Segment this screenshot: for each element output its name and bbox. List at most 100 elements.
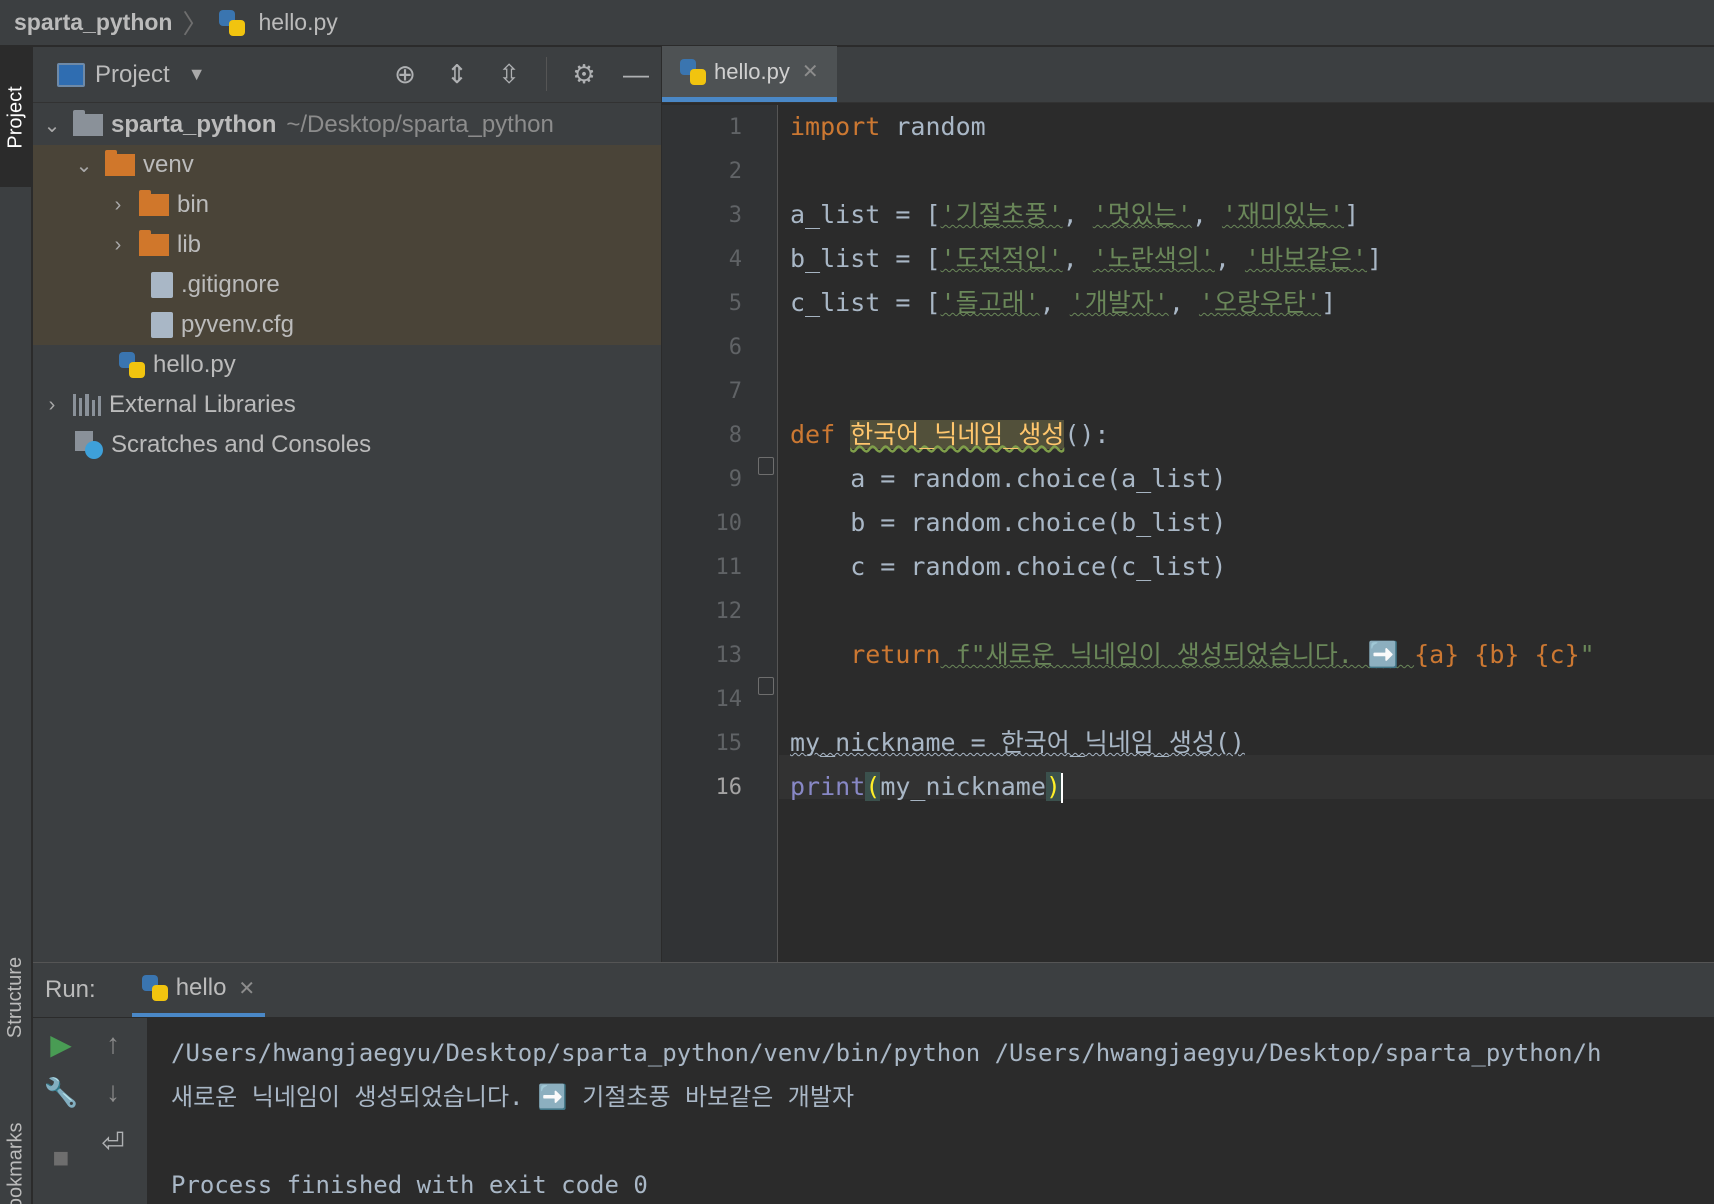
arrow-down-icon[interactable]: ↓ [93, 1072, 133, 1112]
tab-hello-py[interactable]: hello.py ✕ [662, 46, 837, 102]
tree-item-pyvenv-cfg[interactable]: pyvenv.cfg [33, 305, 661, 345]
project-panel: Project ▼ ⊕ ⇕ ⇳ ⚙ — ⌄ sparta_python ~/De… [33, 47, 661, 962]
fold-marker-icon[interactable] [758, 457, 774, 475]
code-line-3: a_list = ['기절초풍', '멋있는', '재미있는'] [790, 200, 1360, 229]
gear-icon[interactable]: ⚙ [569, 59, 599, 89]
line-number: 1 [728, 115, 742, 140]
project-tool-tab[interactable]: Project [0, 47, 32, 187]
code-line-10: b = random.choice(b_list) [790, 508, 1227, 537]
left-tool-strip: Project Structure Bookmarks [0, 47, 32, 1204]
expand-all-icon[interactable]: ⇕ [442, 59, 472, 89]
code-line-5: c_list = ['돌고래', '개발자', '오랑우탄'] [790, 288, 1337, 317]
arrow-up-icon[interactable]: ↑ [93, 1024, 133, 1064]
editor-tab-bar: hello.py ✕ [662, 46, 1714, 103]
tree-item-label: Scratches and Consoles [111, 431, 372, 458]
project-view-icon [57, 62, 85, 87]
code-line-9: a = random.choice(a_list) [790, 464, 1227, 493]
code-line-11: c = random.choice(c_list) [790, 552, 1227, 581]
chevron-right-icon[interactable]: › [107, 234, 129, 257]
tree-item-label: pyvenv.cfg [181, 311, 294, 338]
line-number: 13 [715, 643, 743, 668]
chevron-down-icon[interactable]: ⌄ [73, 153, 95, 178]
close-icon[interactable]: ✕ [238, 976, 255, 1001]
code-line-16: print(my_nickname) [790, 772, 1063, 803]
tree-item-label: sparta_python [111, 111, 277, 138]
line-number: 6 [728, 335, 742, 360]
tree-item-lib[interactable]: › lib [33, 225, 661, 265]
code-line-8: def 한국어_닉네임_생성(): [790, 420, 1110, 449]
run-tab-hello[interactable]: hello ✕ [131, 963, 266, 1017]
code-line-13: return f"새로운 닉네임이 생성되었습니다. ➡️ {a} {b} {c… [790, 640, 1595, 669]
line-number: 15 [715, 731, 743, 756]
code-line-1: import random [790, 112, 986, 141]
tree-item-gitignore[interactable]: .gitignore [33, 265, 661, 305]
code-line-15: my_nickname = 한국어_닉네임_생성() [790, 728, 1245, 757]
folder-icon [105, 150, 135, 176]
line-number: 7 [728, 379, 742, 404]
folder-icon [139, 230, 169, 256]
run-label: Run: [45, 976, 96, 1003]
bookmarks-tool-tab[interactable]: Bookmarks [0, 1107, 32, 1204]
chevron-down-icon[interactable]: ⌄ [41, 113, 63, 138]
line-number: 5 [728, 291, 742, 316]
tree-item-sparta-python[interactable]: ⌄ sparta_python ~/Desktop/sparta_python [33, 105, 661, 145]
chevron-down-icon[interactable]: ▼ [188, 64, 206, 85]
project-view-selector[interactable]: Project [95, 61, 170, 89]
line-number: 9 [728, 467, 742, 492]
navigation-bar: sparta_python 〉 hello.py [0, 0, 1714, 46]
chevron-right-icon[interactable]: › [107, 194, 129, 217]
python-file-icon [218, 9, 245, 36]
line-number: 14 [715, 687, 743, 712]
breadcrumb-file[interactable]: hello.py [218, 9, 338, 36]
console-line: 새로운 닉네임이 생성되었습니다. ➡️ 기절초풍 바보같은 개발자 [171, 1083, 855, 1111]
tree-item-scratches[interactable]: Scratches and Consoles [33, 425, 661, 465]
tree-item-label: bin [177, 191, 210, 218]
close-icon[interactable]: ✕ [802, 59, 819, 84]
tree-item-venv[interactable]: ⌄ venv [33, 145, 661, 185]
console-line: Process finished with exit code 0 [171, 1171, 648, 1199]
structure-tool-tab[interactable]: Structure [0, 937, 32, 1057]
wrench-icon[interactable]: 🔧 [41, 1072, 81, 1112]
code-area[interactable]: 1 2 3 4 5 6 7 8 9 10 11 12 13 14 15 16 i… [662, 105, 1714, 965]
run-tab-label: hello [175, 974, 227, 1001]
python-file-icon [680, 58, 706, 85]
python-file-icon [119, 352, 145, 378]
breadcrumb-file-label: hello.py [258, 9, 338, 35]
code-line-4: b_list = ['도전적인', '노란색의', '바보같은'] [790, 244, 1383, 273]
breadcrumb-separator: 〉 [182, 9, 209, 39]
hide-panel-icon[interactable]: — [621, 59, 651, 89]
chevron-right-icon[interactable]: › [41, 394, 63, 417]
stop-icon[interactable]: ■ [41, 1138, 81, 1178]
tree-item-external-libraries[interactable]: › External Libraries [33, 385, 661, 425]
line-number: 10 [715, 511, 743, 536]
run-panel-header: Run: hello ✕ [33, 963, 1714, 1017]
line-number: 12 [715, 599, 743, 624]
toolbar-divider [546, 57, 547, 91]
tab-label: hello.py [714, 58, 790, 84]
breadcrumb-project[interactable]: sparta_python [14, 9, 172, 36]
tree-item-label: .gitignore [181, 271, 280, 298]
run-toolbar: ▶ ↑ 🔧 ↓ ■ ⏎ [33, 1018, 147, 1204]
tree-item-label: lib [177, 231, 202, 258]
project-toolbar: ⊕ ⇕ ⇳ ⚙ — [390, 57, 651, 91]
console-line: /Users/hwangjaegyu/Desktop/sparta_python… [171, 1039, 1602, 1067]
project-tree: ⌄ sparta_python ~/Desktop/sparta_python … [33, 105, 661, 465]
soft-wrap-icon[interactable]: ⏎ [93, 1122, 133, 1162]
line-number: 8 [728, 423, 742, 448]
editor-pane: hello.py ✕ 1 2 3 4 5 6 7 8 9 10 11 12 13… [662, 46, 1714, 965]
collapse-all-icon[interactable]: ⇳ [494, 59, 524, 89]
tree-item-bin[interactable]: › bin [33, 185, 661, 225]
line-number: 4 [728, 247, 742, 272]
scratches-icon [75, 431, 103, 459]
tree-item-hello-py[interactable]: hello.py [33, 345, 661, 385]
locate-file-icon[interactable]: ⊕ [390, 59, 420, 89]
ignored-file-icon [151, 272, 173, 298]
console-output[interactable]: /Users/hwangjaegyu/Desktop/sparta_python… [171, 1031, 1601, 1204]
fold-marker-icon[interactable] [758, 677, 774, 695]
folder-icon [139, 190, 169, 216]
tree-item-label: venv [143, 151, 194, 178]
config-file-icon [151, 312, 173, 338]
rerun-icon[interactable]: ▶ [41, 1024, 81, 1064]
folder-icon [73, 110, 103, 136]
